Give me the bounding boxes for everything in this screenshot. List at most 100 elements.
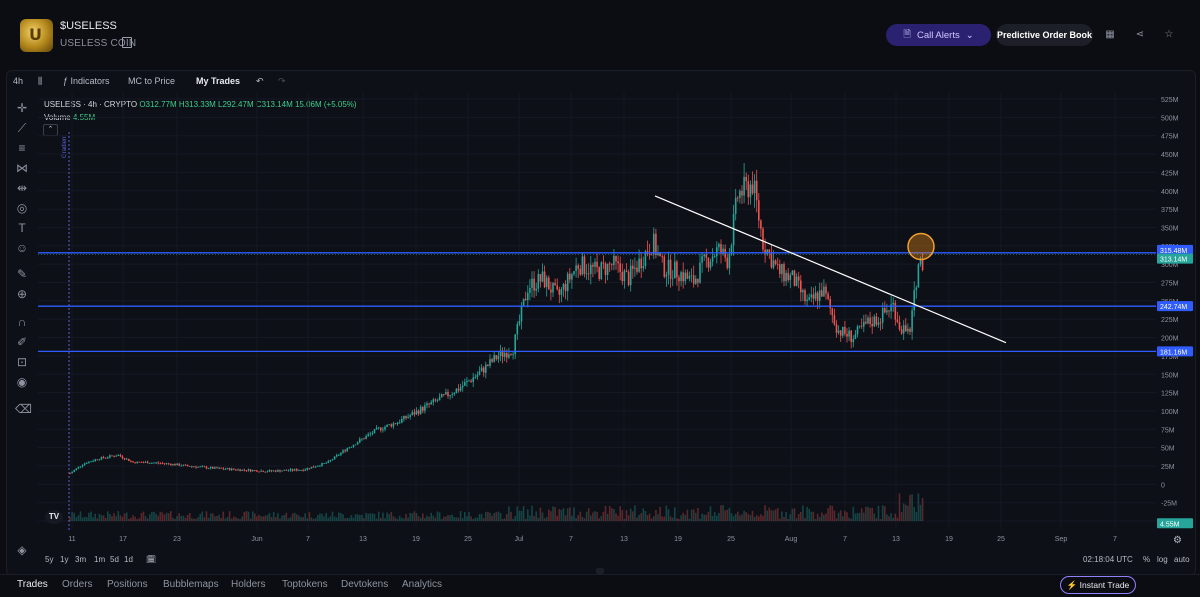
- volume-bar: [298, 515, 300, 522]
- tab-trades[interactable]: Trades: [17, 579, 48, 590]
- indicators-label: Indicators: [70, 76, 110, 86]
- candle-body: [632, 265, 634, 269]
- price-chart[interactable]: 525M500M475M450M425M400M375M350M325M300M…: [38, 92, 1196, 552]
- volume-bar: [434, 517, 437, 522]
- volume-bar: [367, 513, 369, 522]
- candle-body: [178, 463, 180, 466]
- my-trades-button[interactable]: My Trades: [196, 76, 240, 88]
- volume-bar: [646, 515, 649, 522]
- price-tick-label: 400M: [1161, 189, 1179, 196]
- volume-bar: [774, 509, 777, 522]
- share-icon[interactable]: ⋖: [1134, 29, 1146, 41]
- pattern-icon[interactable]: ⋈: [15, 161, 29, 175]
- copy-icon[interactable]: [122, 37, 132, 48]
- eye-icon[interactable]: ◉: [15, 375, 29, 389]
- candle-type-icon[interactable]: ⫼: [38, 76, 42, 88]
- predictive-order-book-button[interactable]: Predictive Order Book: [996, 24, 1093, 46]
- candle-body: [785, 272, 787, 282]
- candle-body: [184, 464, 187, 466]
- volume-bar: [239, 519, 241, 522]
- magnet-icon[interactable]: ∩: [15, 315, 29, 329]
- call-alerts-button[interactable]: 🗎 Call Alerts ⌄: [886, 24, 991, 46]
- period-1m[interactable]: 1m: [94, 555, 105, 564]
- candle-body: [270, 470, 273, 472]
- candle-body: [802, 290, 804, 293]
- volume-bar: [873, 513, 876, 522]
- lock-draw-icon[interactable]: ✐: [15, 335, 29, 349]
- interval-selector[interactable]: 4h: [13, 76, 23, 88]
- volume-bar: [808, 508, 810, 522]
- volume-bar: [264, 515, 267, 522]
- tab-bubblemaps[interactable]: Bubblemaps: [163, 579, 219, 590]
- tab-orders[interactable]: Orders: [62, 579, 93, 590]
- candle-body: [478, 371, 481, 375]
- crosshair-icon[interactable]: ✛: [15, 101, 29, 115]
- chart-grid-icon[interactable]: ▦: [1104, 29, 1116, 41]
- period-5d[interactable]: 5d: [110, 555, 119, 564]
- layers-icon[interactable]: ◈: [15, 543, 29, 557]
- candle-body: [783, 264, 785, 282]
- volume-bar: [88, 512, 90, 522]
- fib-icon[interactable]: ≡: [15, 141, 29, 155]
- trendline-icon[interactable]: ⟋: [15, 121, 29, 135]
- candle-body: [373, 429, 376, 434]
- volume-bar: [907, 505, 909, 522]
- candle-body: [382, 429, 384, 431]
- volume-bar: [825, 513, 827, 522]
- volume-bar: [814, 519, 817, 522]
- period-3m[interactable]: 3m: [75, 555, 86, 564]
- candle-body: [623, 270, 626, 282]
- trash-icon[interactable]: ⌫: [15, 402, 32, 416]
- volume-bar: [321, 513, 323, 522]
- circle-icon[interactable]: ◎: [15, 201, 29, 215]
- volume-bar: [692, 509, 695, 522]
- volume-bar: [613, 508, 615, 522]
- star-icon[interactable]: ☆: [1163, 29, 1175, 41]
- ruler-icon[interactable]: ✎: [15, 267, 29, 281]
- undo-icon[interactable]: ↶: [256, 76, 264, 88]
- tab-positions[interactable]: Positions: [107, 579, 148, 590]
- candle-body: [237, 469, 239, 471]
- zoom-icon[interactable]: ⊕: [15, 287, 29, 301]
- tab-devtokens[interactable]: Devtokens: [341, 579, 388, 590]
- mc-to-price-toggle[interactable]: MC to Price: [128, 76, 175, 88]
- redo-icon[interactable]: ↷: [278, 76, 286, 88]
- candle-body: [233, 468, 235, 470]
- volume-bar: [365, 512, 367, 522]
- volume-bar: [655, 510, 657, 522]
- volume-bar: [858, 512, 861, 522]
- text-icon[interactable]: T: [15, 221, 29, 235]
- candle-body: [793, 270, 796, 286]
- candle-body: [852, 339, 855, 343]
- chevron-down-icon: ⌄: [965, 29, 974, 41]
- emoji-icon[interactable]: ☺: [15, 241, 29, 255]
- scale-percent[interactable]: %: [1143, 555, 1150, 564]
- volume-bar: [541, 512, 544, 522]
- price-tick-label: 350M: [1161, 225, 1179, 232]
- scale-log[interactable]: log: [1157, 555, 1168, 564]
- instant-trade-button[interactable]: ⚡ Instant Trade: [1060, 576, 1136, 594]
- tab-analytics[interactable]: Analytics: [402, 579, 442, 590]
- volume-bar: [81, 517, 84, 522]
- scale-auto[interactable]: auto: [1174, 555, 1190, 564]
- candle-body: [739, 190, 741, 198]
- period-1y[interactable]: 1y: [60, 555, 68, 564]
- lock-icon[interactable]: ⊡: [15, 355, 29, 369]
- tab-holders[interactable]: Holders: [231, 579, 265, 590]
- candle-body: [138, 461, 141, 463]
- measure-icon[interactable]: ⇹: [15, 181, 29, 195]
- candle-body: [258, 471, 260, 473]
- period-5y[interactable]: 5y: [45, 555, 53, 564]
- indicators-button[interactable]: ƒ Indicators: [63, 76, 110, 88]
- candle-body: [898, 321, 901, 330]
- tab-toptokens[interactable]: Toptokens: [282, 579, 328, 590]
- volume-bar: [688, 518, 691, 522]
- candle-body: [493, 355, 495, 362]
- volume-bar: [195, 518, 197, 522]
- volume-bar: [96, 518, 99, 522]
- settings-icon[interactable]: ⚙: [1173, 535, 1182, 546]
- period-1d[interactable]: 1d: [124, 555, 133, 564]
- time-tick-label: 23: [173, 536, 181, 543]
- candle-body: [881, 308, 884, 323]
- calendar-icon[interactable]: 🗓: [146, 555, 156, 564]
